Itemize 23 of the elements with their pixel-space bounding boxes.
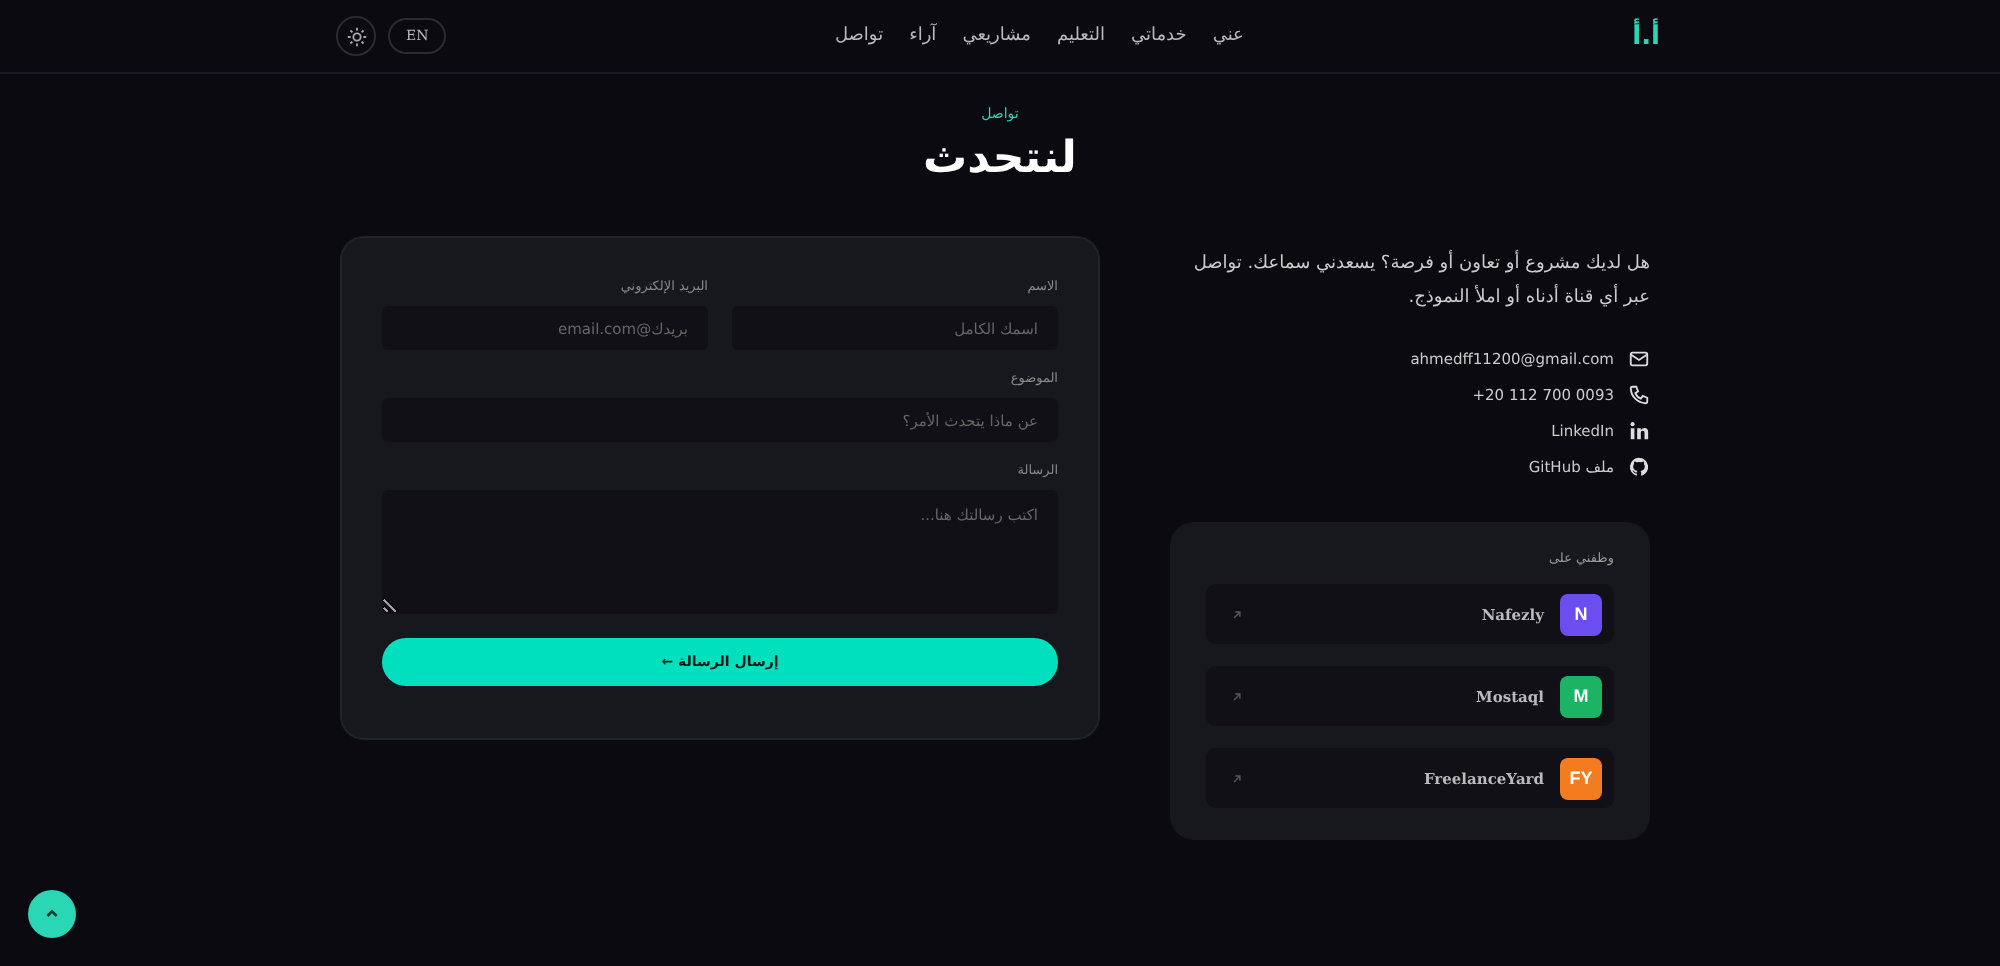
sun-icon xyxy=(345,25,368,47)
chevron-up-icon xyxy=(44,906,60,922)
mail-icon xyxy=(1628,348,1650,370)
arrow-icon xyxy=(1230,689,1244,703)
theme-toggle-button[interactable] xyxy=(336,16,377,56)
logo[interactable]: أ.أ xyxy=(1632,21,1660,51)
nav-link[interactable]: آراء xyxy=(909,26,937,46)
nav-link[interactable]: التعليم xyxy=(1056,26,1105,46)
linkedin-icon xyxy=(1628,420,1650,442)
intro-text: هل لديك مشروع أو تعاون أو فرصة؟ يسعدني سماعك. تواصل عبر أي قناة أدناه أو املأ النموذج. xyxy=(1191,248,1650,312)
platform-badge: N xyxy=(1560,593,1602,635)
nav-link[interactable]: تواصل xyxy=(834,26,884,46)
section-title: لنتحدث xyxy=(921,134,1079,184)
arrow-icon xyxy=(1230,771,1244,785)
platform-badge: FY xyxy=(1560,757,1602,799)
nav-link[interactable]: عني xyxy=(1212,26,1244,46)
nav-link[interactable]: خدماتي xyxy=(1130,26,1187,46)
arrow-icon xyxy=(1230,607,1244,621)
nav-link[interactable]: مشاريعي xyxy=(962,26,1031,46)
platform-badge: M xyxy=(1560,675,1602,717)
scroll-top-button[interactable] xyxy=(28,890,76,938)
phone-icon xyxy=(1628,384,1650,406)
cat-icon xyxy=(1628,456,1650,478)
